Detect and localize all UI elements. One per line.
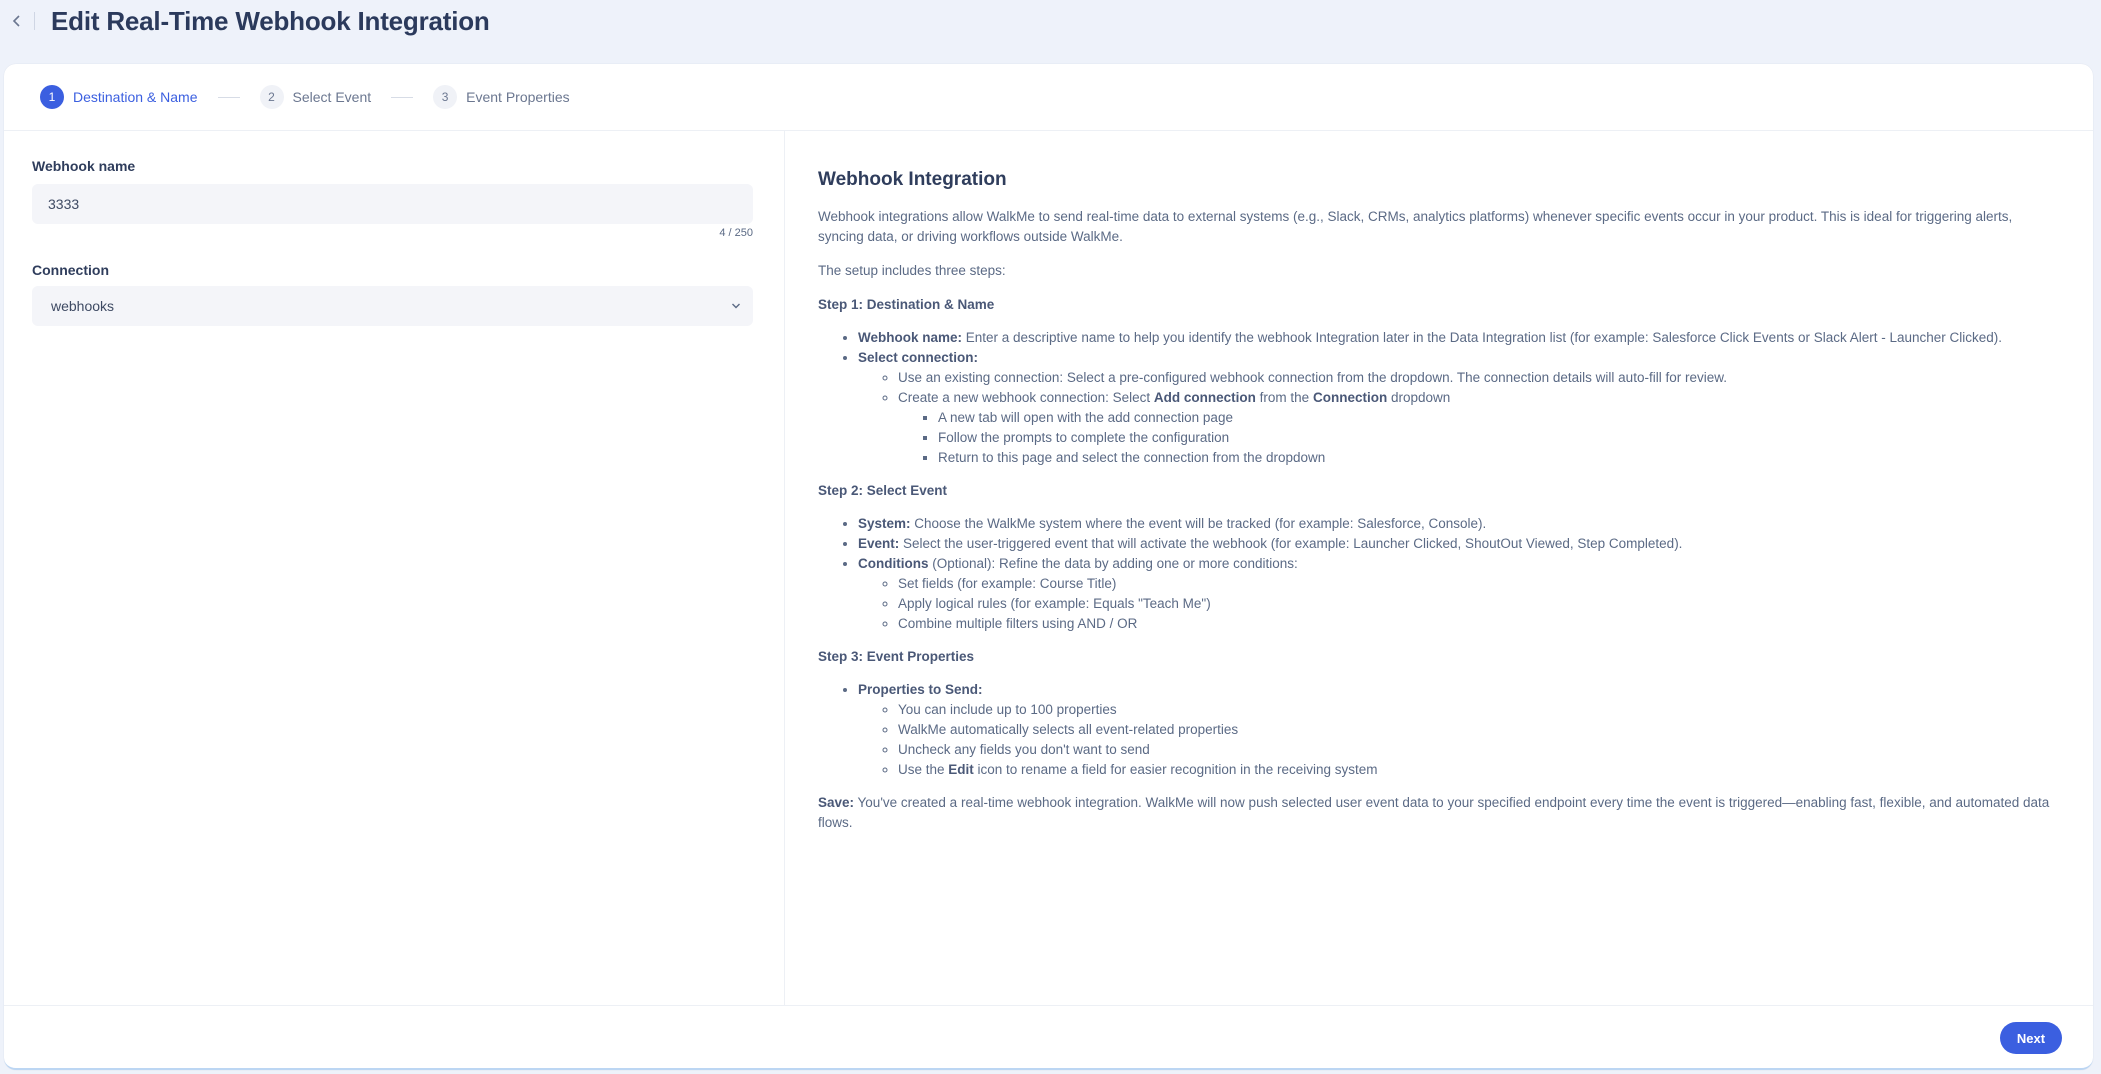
step-label: Select Event [292, 89, 372, 105]
list-item: Properties to Send: You can include up t… [858, 680, 2053, 780]
list-item: Apply logical rules (for example: Equals… [898, 594, 2053, 614]
chevron-left-icon [12, 15, 20, 27]
help-step2-heading: Step 2: Select Event [818, 483, 948, 498]
help-step2-list: System: Choose the WalkMe system where t… [858, 514, 2053, 634]
list-item: Use the Edit icon to rename a field for … [898, 760, 2053, 780]
connection-selected-value: webhooks [51, 298, 115, 314]
form-pane: Webhook name 4 / 250 Connection webhooks [4, 131, 785, 1005]
list-item: System: Choose the WalkMe system where t… [858, 514, 2053, 534]
step-label: Destination & Name [73, 89, 198, 105]
help-intro: Webhook integrations allow WalkMe to sen… [818, 209, 2013, 244]
step-select-event[interactable]: 2 Select Event [259, 85, 372, 109]
help-title: Webhook Integration [818, 169, 1007, 190]
connection-label: Connection [32, 262, 109, 278]
help-step3-list: Properties to Send: You can include up t… [858, 680, 2053, 780]
connection-dropdown[interactable]: webhooks [32, 286, 753, 326]
list-item: Set fields (for example: Course Title) [898, 574, 2053, 594]
list-item: Use an existing connection: Select a pre… [898, 368, 2053, 388]
step-label: Event Properties [466, 89, 570, 105]
step-connector [391, 96, 414, 98]
step-number: 2 [259, 85, 284, 109]
footer: Next [4, 1005, 2093, 1068]
step-event-properties[interactable]: 3 Event Properties [433, 85, 570, 109]
header-divider [34, 12, 35, 30]
webhook-name-label: Webhook name [32, 158, 136, 174]
back-button[interactable] [6, 10, 28, 32]
stepper: 1 Destination & Name 2 Select Event 3 Ev… [4, 64, 2093, 131]
help-step3-heading: Step 3: Event Properties [818, 649, 975, 664]
help-setup: The setup includes three steps: [818, 263, 1006, 278]
list-item: A new tab will open with the add connect… [938, 408, 2053, 428]
list-item: Follow the prompts to complete the confi… [938, 428, 2053, 448]
step-connector [217, 96, 240, 98]
help-step1-list: Webhook name: Enter a descriptive name t… [858, 328, 2053, 468]
help-pane: Webhook Integration Webhook integrations… [786, 131, 2093, 1005]
list-item: Uncheck any fields you don't want to sen… [898, 740, 2053, 760]
character-counter: 4 / 250 [719, 227, 753, 239]
webhook-name-input[interactable] [32, 184, 753, 224]
help-step1-heading: Step 1: Destination & Name [818, 297, 995, 312]
step-number: 3 [433, 85, 458, 109]
list-item: Return to this page and select the conne… [938, 448, 2053, 468]
page-header: Edit Real-Time Webhook Integration [0, 0, 2101, 64]
list-item: You can include up to 100 properties [898, 700, 2053, 720]
main-card: 1 Destination & Name 2 Select Event 3 Ev… [4, 64, 2093, 1070]
help-save: Save: You've created a real-time webhook… [818, 795, 2050, 830]
list-item: Combine multiple filters using AND / OR [898, 614, 2053, 634]
list-item: Select connection: Use an existing conne… [858, 348, 2053, 468]
next-button[interactable]: Next [2000, 1022, 2062, 1054]
step-destination-name[interactable]: 1 Destination & Name [40, 85, 198, 109]
list-item: Conditions (Optional): Refine the data b… [858, 554, 2053, 634]
page-title: Edit Real-Time Webhook Integration [51, 5, 490, 36]
list-item: Event: Select the user-triggered event t… [858, 534, 2053, 554]
list-item: Webhook name: Enter a descriptive name t… [858, 328, 2053, 348]
list-item: Create a new webhook connection: Select … [898, 388, 2053, 468]
step-number: 1 [40, 85, 64, 109]
list-item: WalkMe automatically selects all event-r… [898, 720, 2053, 740]
chevron-down-icon [732, 303, 740, 309]
